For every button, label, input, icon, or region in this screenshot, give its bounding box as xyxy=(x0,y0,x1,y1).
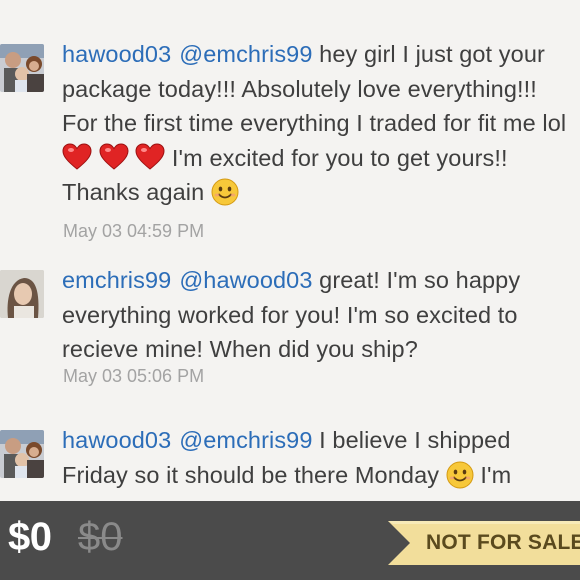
not-for-sale-tag: NOT FOR SALE xyxy=(388,521,580,565)
comment-text: emchris99 @hawood03 great! I'm so happy e… xyxy=(62,263,572,367)
previous-comment-edge xyxy=(0,0,580,4)
avatar[interactable] xyxy=(0,44,44,92)
smile-icon xyxy=(211,178,239,206)
comment-username[interactable]: emchris99 xyxy=(62,267,171,293)
comment-timestamp: May 03 04:59 PM xyxy=(63,221,205,241)
comment-username[interactable]: hawood03 xyxy=(62,41,171,67)
heart-icon xyxy=(62,142,92,170)
comment-mention[interactable]: @emchris99 xyxy=(179,41,312,67)
listing-footer-bar: $0 $0 NOT FOR SALE xyxy=(0,501,580,580)
avatar[interactable] xyxy=(0,270,44,318)
comment-mention[interactable]: @emchris99 xyxy=(179,427,312,453)
comment-timestamp: May 03 05:06 PM xyxy=(63,366,205,386)
comment-feed: hawood03 @emchris99 hey girl I just got y… xyxy=(0,0,580,500)
comment-body: I'm xyxy=(480,461,512,488)
not-for-sale-label: NOT FOR SALE xyxy=(426,531,580,554)
heart-emoji-group xyxy=(62,142,172,171)
heart-icon xyxy=(99,142,129,170)
smile-icon xyxy=(446,461,474,488)
comment-text: hawood03 @emchris99 I believe I shipped F… xyxy=(62,423,572,492)
original-price: $0 xyxy=(78,515,123,559)
comment-text: hawood03 @emchris99 hey girl I just got y… xyxy=(62,37,572,210)
heart-icon xyxy=(135,142,165,170)
listing-price: $0 xyxy=(8,515,52,559)
comment-username[interactable]: hawood03 xyxy=(62,427,171,453)
comment-mention[interactable]: @hawood03 xyxy=(179,267,312,293)
avatar[interactable] xyxy=(0,430,44,478)
